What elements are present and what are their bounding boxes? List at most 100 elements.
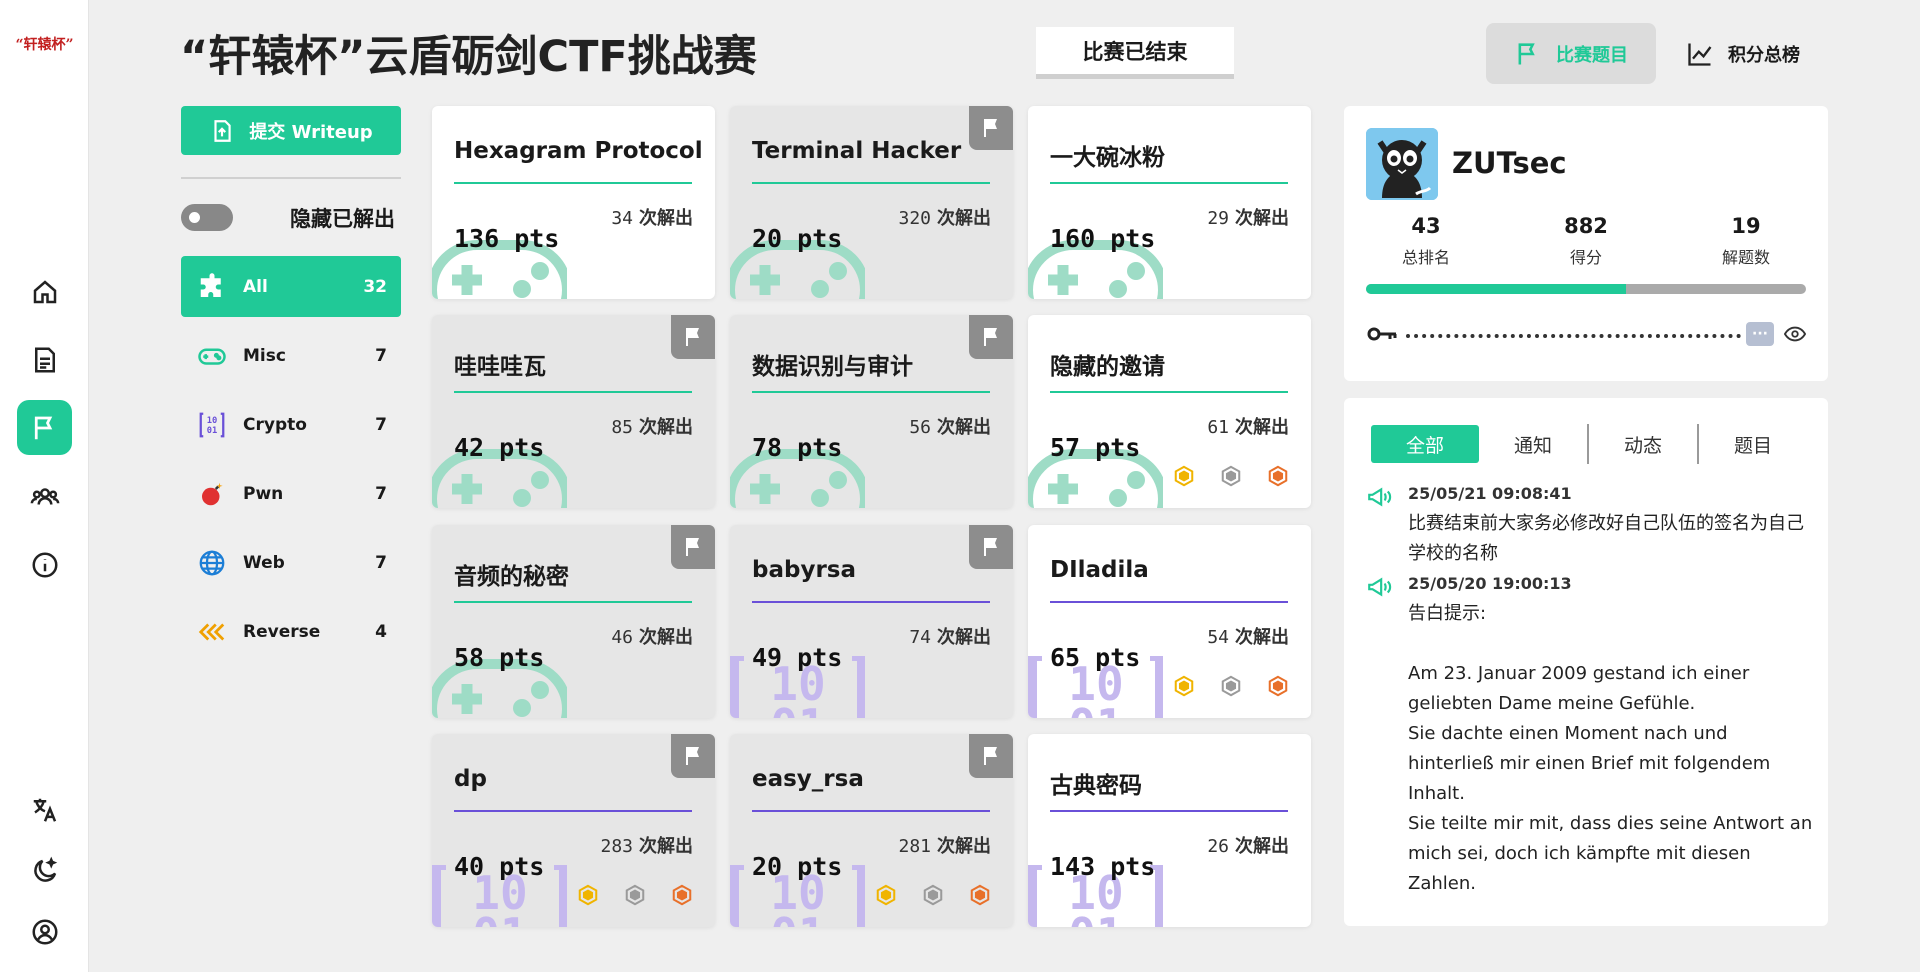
notice-tab-all[interactable]: 全部 <box>1371 425 1479 463</box>
solve-count: 283 次解出 <box>600 832 693 858</box>
challenge-points: 49 pts <box>752 643 843 672</box>
category-name: Web <box>243 552 285 573</box>
challenge-name: Hexagram Protocol <box>454 138 703 164</box>
progress-fill <box>1366 284 1626 294</box>
globe-icon <box>199 550 225 575</box>
nav-info[interactable] <box>17 537 72 592</box>
notice-tabs: 全部 通知 动态 题目 <box>1371 424 1807 464</box>
key-icon <box>1367 327 1397 341</box>
challenge-card[interactable]: 10 01 古典密码 26 次解出 143 pts <box>1028 734 1311 927</box>
challenge-card[interactable]: 隐藏的邀请 61 次解出 57 pts <box>1028 315 1311 508</box>
solve-label: 次解出 <box>1235 627 1289 648</box>
nav-home[interactable] <box>17 264 72 319</box>
submit-writeup-button[interactable]: 提交 Writeup <box>181 106 401 155</box>
nav-documents[interactable] <box>17 332 72 387</box>
category-count: 7 <box>375 483 387 504</box>
challenge-card[interactable]: Terminal Hacker 320 次解出 20 pts <box>730 106 1013 299</box>
stat-score: 882 得分 <box>1526 214 1646 268</box>
tab-scoreboard[interactable]: 积分总榜 <box>1658 23 1828 84</box>
first-blood-icon <box>578 884 598 906</box>
progress-bar <box>1366 284 1806 294</box>
challenge-points: 20 pts <box>752 852 843 881</box>
category-name: Reverse <box>243 621 321 642</box>
stat-rank: 43 总排名 <box>1366 214 1486 268</box>
stat-label: 得分 <box>1569 248 1602 267</box>
tab-challenges[interactable]: 比赛题目 <box>1486 23 1656 84</box>
token-copy-button[interactable]: ··· <box>1746 322 1774 346</box>
account-button[interactable] <box>17 904 72 959</box>
challenge-points: 42 pts <box>454 433 545 462</box>
solved-flag-badge <box>969 734 1013 778</box>
notice-time: 25/05/21 09:08:41 <box>1408 484 1572 503</box>
challenge-card[interactable]: 10 01 dp 283 次解出 40 pts <box>432 734 715 927</box>
bomb-icon <box>202 482 223 505</box>
category-misc[interactable]: Misc 7 <box>181 325 401 386</box>
puzzle-icon <box>200 272 221 297</box>
challenge-points: 40 pts <box>454 852 545 881</box>
category-pwn[interactable]: Pwn 7 <box>181 463 401 524</box>
third-blood-icon <box>672 884 692 906</box>
solve-number: 61 <box>1207 417 1229 438</box>
third-blood-icon <box>1268 465 1288 487</box>
masked-token <box>1406 334 1741 338</box>
tab-challenges-label: 比赛题目 <box>1556 44 1628 66</box>
solved-flag-badge <box>671 525 715 569</box>
challenge-card[interactable]: Hexagram Protocol 34 次解出 136 pts <box>432 106 715 299</box>
language-button[interactable] <box>17 782 72 837</box>
account-icon <box>32 919 57 944</box>
category-count: 7 <box>375 345 387 366</box>
challenge-points: 57 pts <box>1050 433 1141 462</box>
title-underline <box>752 182 990 184</box>
theme-moon-icon <box>33 856 57 882</box>
solve-count: 34 次解出 <box>611 204 693 230</box>
notice-tab-notice[interactable]: 通知 <box>1479 425 1587 463</box>
solved-flag-badge <box>671 734 715 778</box>
title-underline <box>454 182 692 184</box>
nav-challenges[interactable] <box>17 400 72 455</box>
solved-flag-badge <box>969 315 1013 359</box>
challenge-card[interactable]: 哇哇哇瓦 85 次解出 42 pts <box>432 315 715 508</box>
solve-label: 次解出 <box>639 836 693 857</box>
theme-toggle[interactable] <box>17 843 72 898</box>
challenge-card[interactable]: 10 01 easy_rsa 281 次解出 20 pts <box>730 734 1013 927</box>
solve-count: 320 次解出 <box>898 204 991 230</box>
solve-number: 26 <box>1207 836 1229 857</box>
notice-text: 比赛结束前大家务必修改好自己队伍的签名为自己学校的名称 <box>1408 513 1804 564</box>
category-web[interactable]: Web 7 <box>181 532 401 593</box>
challenge-points: 136 pts <box>454 224 560 253</box>
gamepad-icon <box>198 348 226 365</box>
challenge-card[interactable]: 一大碗冰粉 29 次解出 160 pts <box>1028 106 1311 299</box>
stat-value: 43 <box>1411 214 1441 238</box>
nav-teams[interactable] <box>17 469 72 524</box>
second-blood-icon <box>1221 675 1241 697</box>
challenge-card[interactable]: 10 01 DIladila 54 次解出 65 pts <box>1028 525 1311 718</box>
solve-number: 46 <box>611 627 633 648</box>
event-logo: “轩辕杯” <box>15 37 74 53</box>
challenge-name: 一大碗冰粉 <box>1050 145 1165 171</box>
chart-line-icon <box>1688 43 1712 66</box>
tab-scoreboard-label: 积分总榜 <box>1728 44 1800 66</box>
challenge-points: 58 pts <box>454 643 545 672</box>
challenge-card[interactable]: 10 01 babyrsa 74 次解出 49 pts <box>730 525 1013 718</box>
third-blood-icon <box>970 884 990 906</box>
solve-count: 26 次解出 <box>1207 832 1289 858</box>
challenge-card[interactable]: 音频的秘密 46 次解出 58 pts <box>432 525 715 718</box>
solve-number: 85 <box>611 417 633 438</box>
category-count: 7 <box>375 552 387 573</box>
flag-icon <box>984 328 997 346</box>
hide-solved-toggle[interactable] <box>181 204 233 231</box>
svg-text:01: 01 <box>770 908 825 927</box>
challenge-card[interactable]: 数据识别与审计 56 次解出 78 pts <box>730 315 1013 508</box>
stat-value: 19 <box>1731 214 1761 238</box>
notice-tab-challenges[interactable]: 题目 <box>1699 425 1807 463</box>
stat-label: 解题数 <box>1721 248 1770 267</box>
eye-icon[interactable] <box>1784 325 1806 343</box>
category-crypto[interactable]: 10 01 Crypto 7 <box>181 394 401 455</box>
notice-tab-events[interactable]: 动态 <box>1589 425 1697 463</box>
title-underline <box>454 810 692 812</box>
solve-label: 次解出 <box>937 417 991 438</box>
category-reverse[interactable]: Reverse 4 <box>181 601 401 662</box>
solve-label: 次解出 <box>937 208 991 229</box>
category-all[interactable]: All 32 <box>181 256 401 317</box>
solve-count: 54 次解出 <box>1207 623 1289 649</box>
